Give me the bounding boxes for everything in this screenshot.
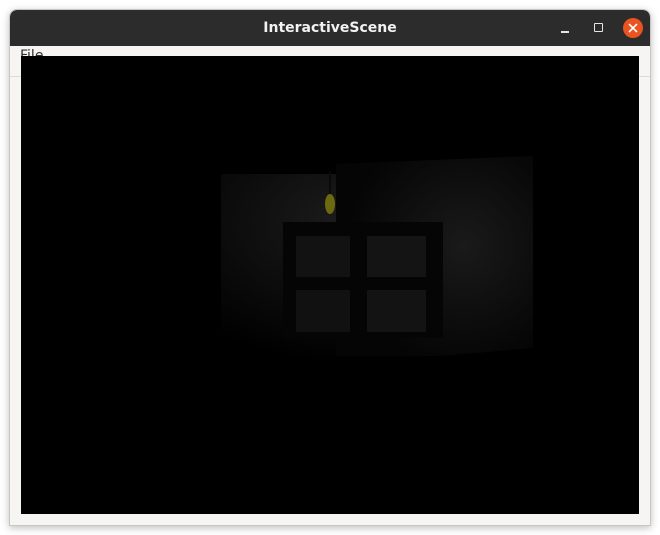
cabinet-pane — [367, 290, 426, 332]
app-window: InteractiveScene File — [9, 9, 651, 526]
cabinet-pane — [367, 236, 426, 277]
scene-render — [221, 156, 533, 364]
light-bulb — [325, 194, 335, 214]
title-bar[interactable]: InteractiveScene — [10, 10, 650, 46]
3d-scene-viewport[interactable] — [21, 56, 639, 514]
window-title: InteractiveScene — [263, 20, 397, 36]
maximize-button[interactable] — [589, 18, 609, 38]
minimize-button[interactable] — [555, 18, 575, 38]
close-icon — [628, 23, 638, 33]
minimize-icon — [561, 31, 569, 33]
cabinet-pane — [296, 236, 350, 277]
maximize-icon — [594, 23, 603, 32]
close-button[interactable] — [623, 18, 643, 38]
cabinet-pane — [296, 290, 350, 332]
